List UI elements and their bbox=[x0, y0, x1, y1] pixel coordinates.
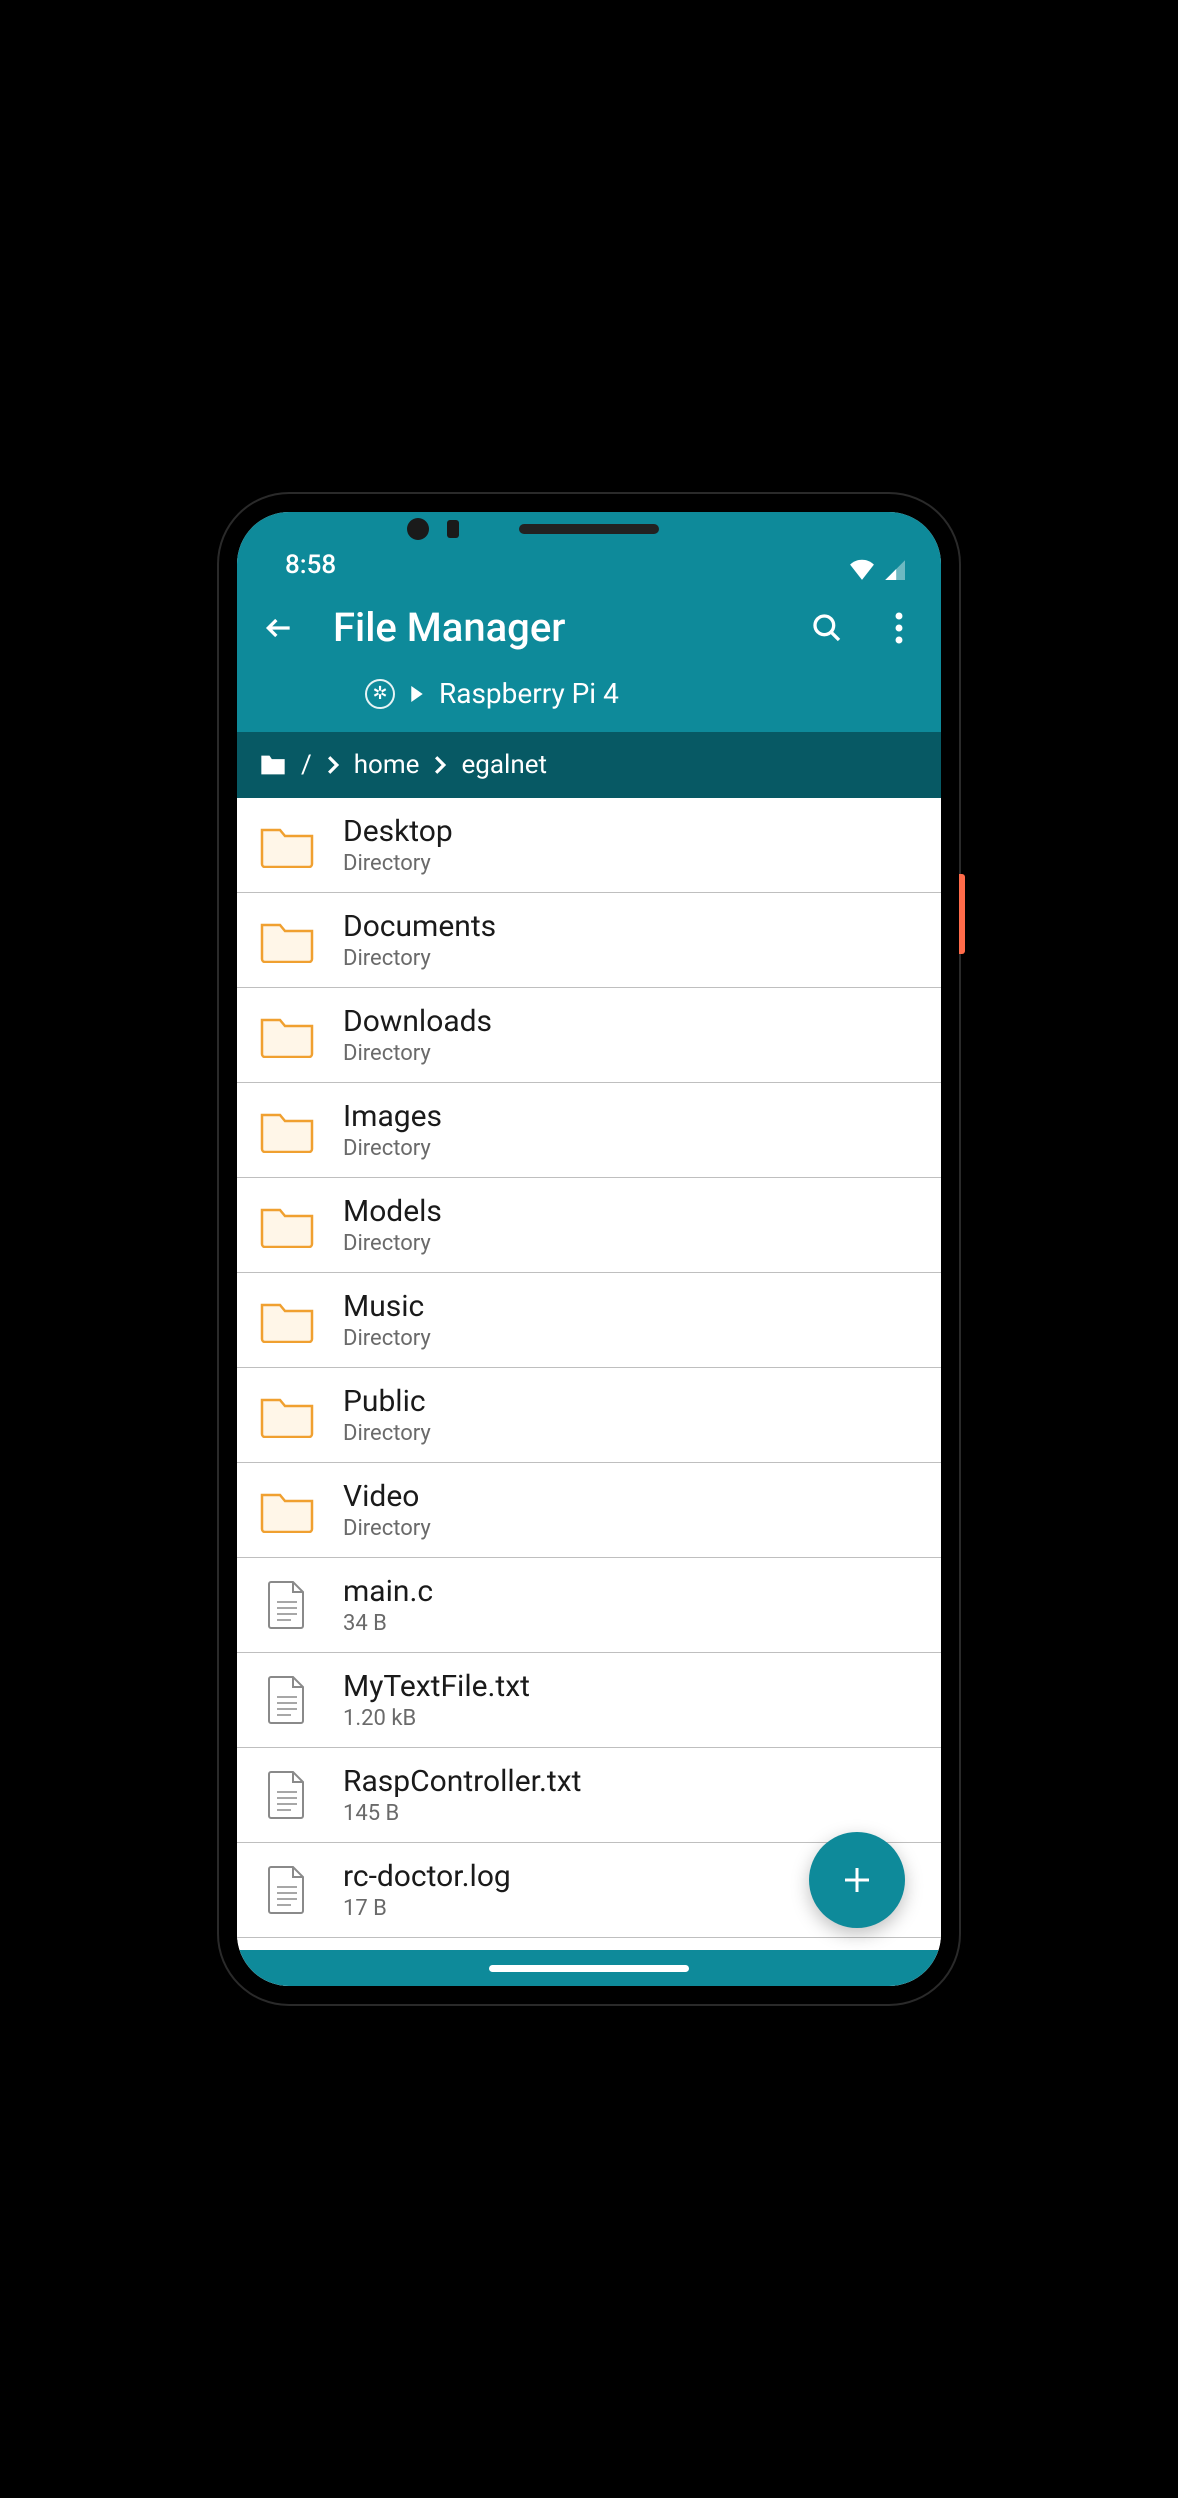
screen: 8:58 File Manager bbox=[237, 512, 941, 1986]
file-subtext: Directory bbox=[343, 1136, 442, 1161]
file-subtext: Directory bbox=[343, 1326, 431, 1351]
file-subtext: 1.20 kB bbox=[343, 1706, 530, 1731]
file-text: DownloadsDirectory bbox=[343, 1004, 492, 1066]
file-text: VideoDirectory bbox=[343, 1479, 431, 1541]
device-chevron-icon bbox=[411, 686, 423, 702]
file-name: Downloads bbox=[343, 1004, 492, 1039]
chevron-right-icon bbox=[433, 756, 447, 774]
folder-icon bbox=[259, 1486, 315, 1534]
app-bar: File Manager ✲ Raspberry Pi 4 bbox=[237, 590, 941, 732]
file-icon bbox=[259, 1771, 315, 1819]
file-name: main.c bbox=[343, 1574, 433, 1609]
file-subtext: 17 B bbox=[343, 1896, 511, 1921]
back-button[interactable] bbox=[261, 610, 297, 646]
file-list[interactable]: DesktopDirectoryDocumentsDirectoryDownlo… bbox=[237, 798, 941, 1986]
file-subtext: Directory bbox=[343, 946, 496, 971]
wifi-icon bbox=[849, 558, 875, 580]
file-subtext: Directory bbox=[343, 1516, 431, 1541]
file-row[interactable]: ModelsDirectory bbox=[237, 1178, 941, 1273]
phone-frame: 8:58 File Manager bbox=[219, 494, 959, 2004]
file-name: RaspController.txt bbox=[343, 1764, 581, 1799]
file-name: Desktop bbox=[343, 814, 453, 849]
file-row[interactable]: DesktopDirectory bbox=[237, 798, 941, 893]
breadcrumb-current[interactable]: egalnet bbox=[461, 750, 547, 780]
breadcrumb-home[interactable]: home bbox=[354, 750, 420, 780]
front-camera bbox=[407, 518, 429, 540]
file-row[interactable]: MyTextFile.txt1.20 kB bbox=[237, 1653, 941, 1748]
chevron-right-icon bbox=[326, 756, 340, 774]
speaker-notch bbox=[519, 524, 659, 534]
file-text: MyTextFile.txt1.20 kB bbox=[343, 1669, 530, 1731]
file-name: Models bbox=[343, 1194, 442, 1229]
file-text: RaspController.txt145 B bbox=[343, 1764, 581, 1826]
file-text: rc-doctor.log17 B bbox=[343, 1859, 511, 1921]
folder-icon bbox=[259, 1201, 315, 1249]
device-name: Raspberry Pi 4 bbox=[439, 677, 619, 710]
folder-icon bbox=[259, 1296, 315, 1344]
file-name: Public bbox=[343, 1384, 431, 1419]
breadcrumb: / home egalnet bbox=[237, 732, 941, 798]
file-row[interactable]: ImagesDirectory bbox=[237, 1083, 941, 1178]
file-text: MusicDirectory bbox=[343, 1289, 431, 1351]
file-subtext: Directory bbox=[343, 1231, 442, 1256]
file-icon bbox=[259, 1866, 315, 1914]
file-name: Documents bbox=[343, 909, 496, 944]
add-fab-button[interactable] bbox=[809, 1832, 905, 1928]
folder-icon bbox=[259, 1391, 315, 1439]
file-text: main.c34 B bbox=[343, 1574, 433, 1636]
file-subtext: Directory bbox=[343, 1421, 431, 1446]
file-name: MyTextFile.txt bbox=[343, 1669, 530, 1704]
app-title: File Manager bbox=[333, 604, 773, 651]
file-text: DesktopDirectory bbox=[343, 814, 453, 876]
sensor bbox=[447, 520, 459, 538]
file-row[interactable]: PublicDirectory bbox=[237, 1368, 941, 1463]
breadcrumb-root[interactable]: / bbox=[301, 750, 312, 780]
search-button[interactable] bbox=[809, 610, 845, 646]
folder-icon bbox=[259, 821, 315, 869]
file-subtext: 34 B bbox=[343, 1611, 433, 1636]
file-subtext: 145 B bbox=[343, 1801, 581, 1826]
file-text: PublicDirectory bbox=[343, 1384, 431, 1446]
file-row[interactable]: DocumentsDirectory bbox=[237, 893, 941, 988]
system-nav-bar bbox=[237, 1950, 941, 1986]
file-row[interactable]: VideoDirectory bbox=[237, 1463, 941, 1558]
folder-root-icon[interactable] bbox=[259, 753, 287, 777]
file-name: Images bbox=[343, 1099, 442, 1134]
folder-icon bbox=[259, 1106, 315, 1154]
home-gesture-pill[interactable] bbox=[489, 1965, 689, 1972]
file-subtext: Directory bbox=[343, 1041, 492, 1066]
file-subtext: Directory bbox=[343, 851, 453, 876]
file-name: Video bbox=[343, 1479, 431, 1514]
file-row[interactable]: main.c34 B bbox=[237, 1558, 941, 1653]
raspberry-pi-icon: ✲ bbox=[365, 679, 395, 709]
file-icon bbox=[259, 1581, 315, 1629]
file-text: ImagesDirectory bbox=[343, 1099, 442, 1161]
file-row[interactable]: RaspController.txt145 B bbox=[237, 1748, 941, 1843]
cell-signal-icon bbox=[883, 558, 905, 580]
status-time: 8:58 bbox=[285, 550, 336, 580]
file-text: DocumentsDirectory bbox=[343, 909, 496, 971]
device-row[interactable]: ✲ Raspberry Pi 4 bbox=[261, 677, 917, 710]
folder-icon bbox=[259, 916, 315, 964]
file-icon bbox=[259, 1676, 315, 1724]
file-text: ModelsDirectory bbox=[343, 1194, 442, 1256]
folder-icon bbox=[259, 1011, 315, 1059]
file-name: Music bbox=[343, 1289, 431, 1324]
status-icons bbox=[849, 558, 905, 580]
file-row[interactable]: DownloadsDirectory bbox=[237, 988, 941, 1083]
more-menu-button[interactable] bbox=[881, 610, 917, 646]
file-row[interactable]: MusicDirectory bbox=[237, 1273, 941, 1368]
phone-power-button bbox=[959, 874, 965, 954]
file-name: rc-doctor.log bbox=[343, 1859, 511, 1894]
